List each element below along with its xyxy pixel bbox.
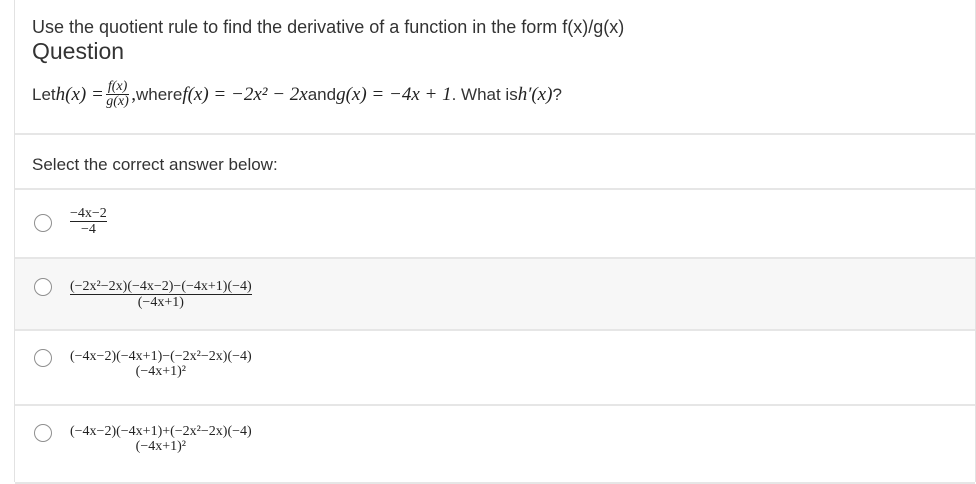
option-3-fraction: (−4x−2)(−4x+1)−(−2x²−2x)(−4) (−4x+1)² xyxy=(70,349,252,379)
answer-option-3[interactable]: (−4x−2)(−4x+1)−(−2x²−2x)(−4) (−4x+1)² xyxy=(15,331,975,406)
option-2-expression: (−2x²−2x)(−4x−2)−(−4x+1)(−4) (−4x+1) xyxy=(70,279,252,310)
answer-option-2[interactable]: (−2x²−2x)(−4x−2)−(−4x+1)(−4) (−4x+1) xyxy=(15,259,975,331)
option-1-expression: −4x−2 −4 xyxy=(70,206,107,237)
option-2-numerator: (−2x²−2x)(−4x−2)−(−4x+1)(−4) xyxy=(70,279,252,295)
stem-and: and xyxy=(307,84,337,104)
stem-fraction-numerator: f(x) xyxy=(105,79,130,95)
stem-h-of-x: h(x) = xyxy=(55,83,104,105)
option-1-denominator: −4 xyxy=(80,222,96,237)
option-3-denominator: (−4x+1)² xyxy=(135,364,186,379)
question-stem: Let h(x) = f(x) g(x) , where f(x) = −2x²… xyxy=(32,80,562,109)
question-heading: Question xyxy=(32,38,125,64)
option-2-denominator: (−4x+1) xyxy=(137,295,184,310)
stem-where: where xyxy=(136,84,183,104)
radio-button-4[interactable] xyxy=(34,424,52,442)
option-2-fraction: (−2x²−2x)(−4x−2)−(−4x+1)(−4) (−4x+1) xyxy=(70,279,252,310)
option-4-numerator: (−4x−2)(−4x+1)+(−2x²−2x)(−4) xyxy=(70,424,252,439)
stem-fraction-denominator: g(x) xyxy=(106,94,129,109)
top-title: Use the quotient rule to find the deriva… xyxy=(32,17,625,37)
question-header: Use the quotient rule to find the deriva… xyxy=(15,0,975,135)
answer-option-1[interactable]: −4x−2 −4 xyxy=(15,190,975,259)
stem-g-definition: g(x) = −4x + 1 xyxy=(336,83,452,105)
answer-option-4[interactable]: (−4x−2)(−4x+1)+(−2x²−2x)(−4) (−4x+1)² xyxy=(15,406,975,484)
option-4-denominator: (−4x+1)² xyxy=(135,439,186,454)
radio-button-1[interactable] xyxy=(34,214,52,232)
stem-what-is: . What is xyxy=(451,84,518,104)
option-1-numerator: −4x−2 xyxy=(70,206,107,222)
option-1-fraction: −4x−2 −4 xyxy=(70,206,107,237)
option-4-fraction: (−4x−2)(−4x+1)+(−2x²−2x)(−4) (−4x+1)² xyxy=(70,424,252,454)
radio-button-3[interactable] xyxy=(34,349,52,367)
question-card: Use the quotient rule to find the deriva… xyxy=(14,0,976,484)
option-3-numerator: (−4x−2)(−4x+1)−(−2x²−2x)(−4) xyxy=(70,349,252,364)
stem-h-prime: h′(x) xyxy=(517,83,553,105)
radio-button-2[interactable] xyxy=(34,278,52,296)
option-4-expression: (−4x−2)(−4x+1)+(−2x²−2x)(−4) (−4x+1)² xyxy=(70,424,252,454)
stem-fraction: f(x) g(x) xyxy=(105,79,130,109)
select-answer-label: Select the correct answer below: xyxy=(32,155,278,174)
stem-f-definition: f(x) = −2x² − 2x xyxy=(182,83,308,105)
answer-prompt: Select the correct answer below: xyxy=(15,135,975,190)
stem-let: Let xyxy=(32,84,56,104)
stem-question-mark: ? xyxy=(552,84,562,104)
option-3-expression: (−4x−2)(−4x+1)−(−2x²−2x)(−4) (−4x+1)² xyxy=(70,349,252,379)
